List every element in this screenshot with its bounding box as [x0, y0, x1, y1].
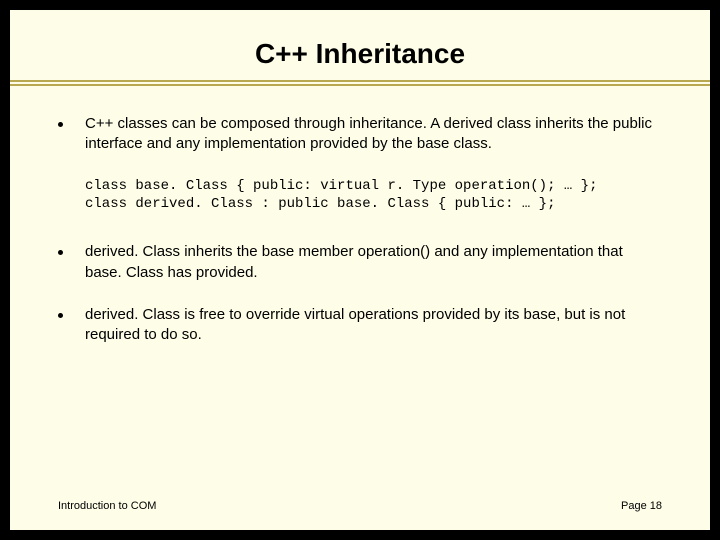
- bullet-icon: [58, 122, 63, 127]
- slide-footer: Introduction to COM Page 18: [58, 500, 662, 512]
- footer-page-number: Page 18: [621, 500, 662, 512]
- bullet-item: derived. Class inherits the base member …: [58, 242, 662, 283]
- slide-content: C++ classes can be composed through inhe…: [10, 114, 710, 345]
- bullet-icon: [58, 313, 63, 318]
- code-block: class base. Class { public: virtual r. T…: [85, 177, 662, 215]
- bullet-item: C++ classes can be composed through inhe…: [58, 114, 662, 155]
- slide-title: C++ Inheritance: [10, 10, 710, 80]
- footer-left-text: Introduction to COM: [58, 500, 156, 512]
- bullet-icon: [58, 250, 63, 255]
- slide: C++ Inheritance C++ classes can be compo…: [10, 10, 710, 530]
- bullet-text: derived. Class inherits the base member …: [85, 242, 662, 283]
- bullet-item: derived. Class is free to override virtu…: [58, 305, 662, 346]
- bullet-text: derived. Class is free to override virtu…: [85, 305, 662, 346]
- bullet-text: C++ classes can be composed through inhe…: [85, 114, 662, 155]
- title-divider: [10, 80, 710, 86]
